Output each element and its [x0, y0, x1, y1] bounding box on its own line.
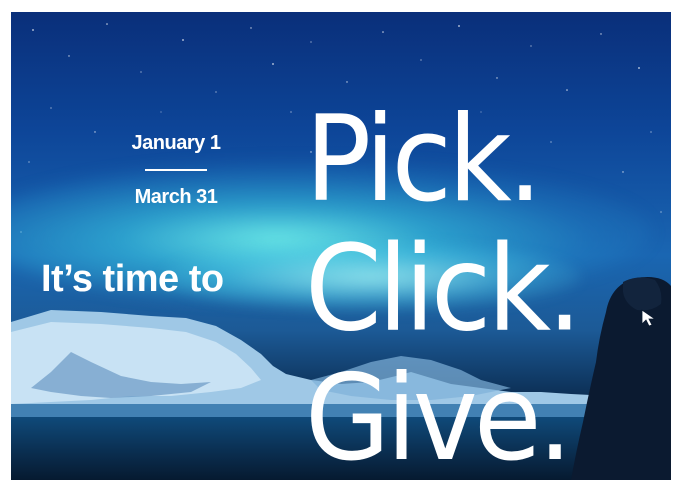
headline-line-give: Give.	[305, 348, 573, 480]
date-range: January 1 March 31	[71, 132, 281, 209]
promo-banner: January 1 March 31 It’s time to Pick. Cl…	[11, 12, 671, 480]
tagline: It’s time to	[41, 258, 224, 300]
headline-line-pick: Pick.	[305, 89, 543, 228]
end-date: March 31	[134, 186, 218, 208]
mouse-cursor-icon	[641, 309, 657, 327]
date-divider	[145, 169, 207, 171]
headline-line-click: Click.	[305, 219, 582, 358]
start-date: January 1	[131, 132, 221, 154]
headline: Pick. Click. Give.	[305, 89, 582, 480]
